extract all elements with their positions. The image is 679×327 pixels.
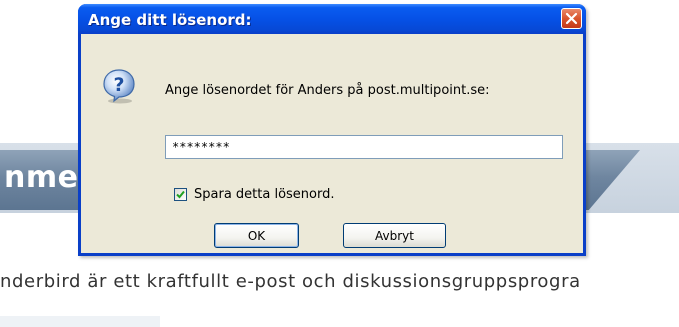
check-icon (176, 190, 185, 199)
remember-password-checkbox[interactable] (174, 188, 187, 201)
svg-text:?: ? (113, 74, 124, 96)
page-bottom-strip (0, 316, 160, 327)
prompt-text: Ange lösenordet för Anders på post.multi… (165, 83, 490, 98)
password-dialog: Ange ditt lösenord: ? Ange lösenordet fö… (78, 4, 586, 256)
remember-password-label[interactable]: Spara detta lösenord. (194, 187, 335, 202)
password-input[interactable] (165, 135, 563, 159)
close-icon (565, 12, 578, 25)
ok-button[interactable]: OK (214, 223, 299, 248)
banner-heading: nme (4, 160, 79, 195)
dialog-title: Ange ditt lösenord: (88, 11, 252, 29)
page-paragraph: nderbird är ett kraftfullt e-post och di… (0, 271, 581, 292)
close-button[interactable] (561, 8, 582, 29)
cancel-button[interactable]: Avbryt (343, 223, 446, 248)
dialog-titlebar[interactable]: Ange ditt lösenord: (78, 4, 586, 34)
question-icon: ? (103, 69, 135, 104)
